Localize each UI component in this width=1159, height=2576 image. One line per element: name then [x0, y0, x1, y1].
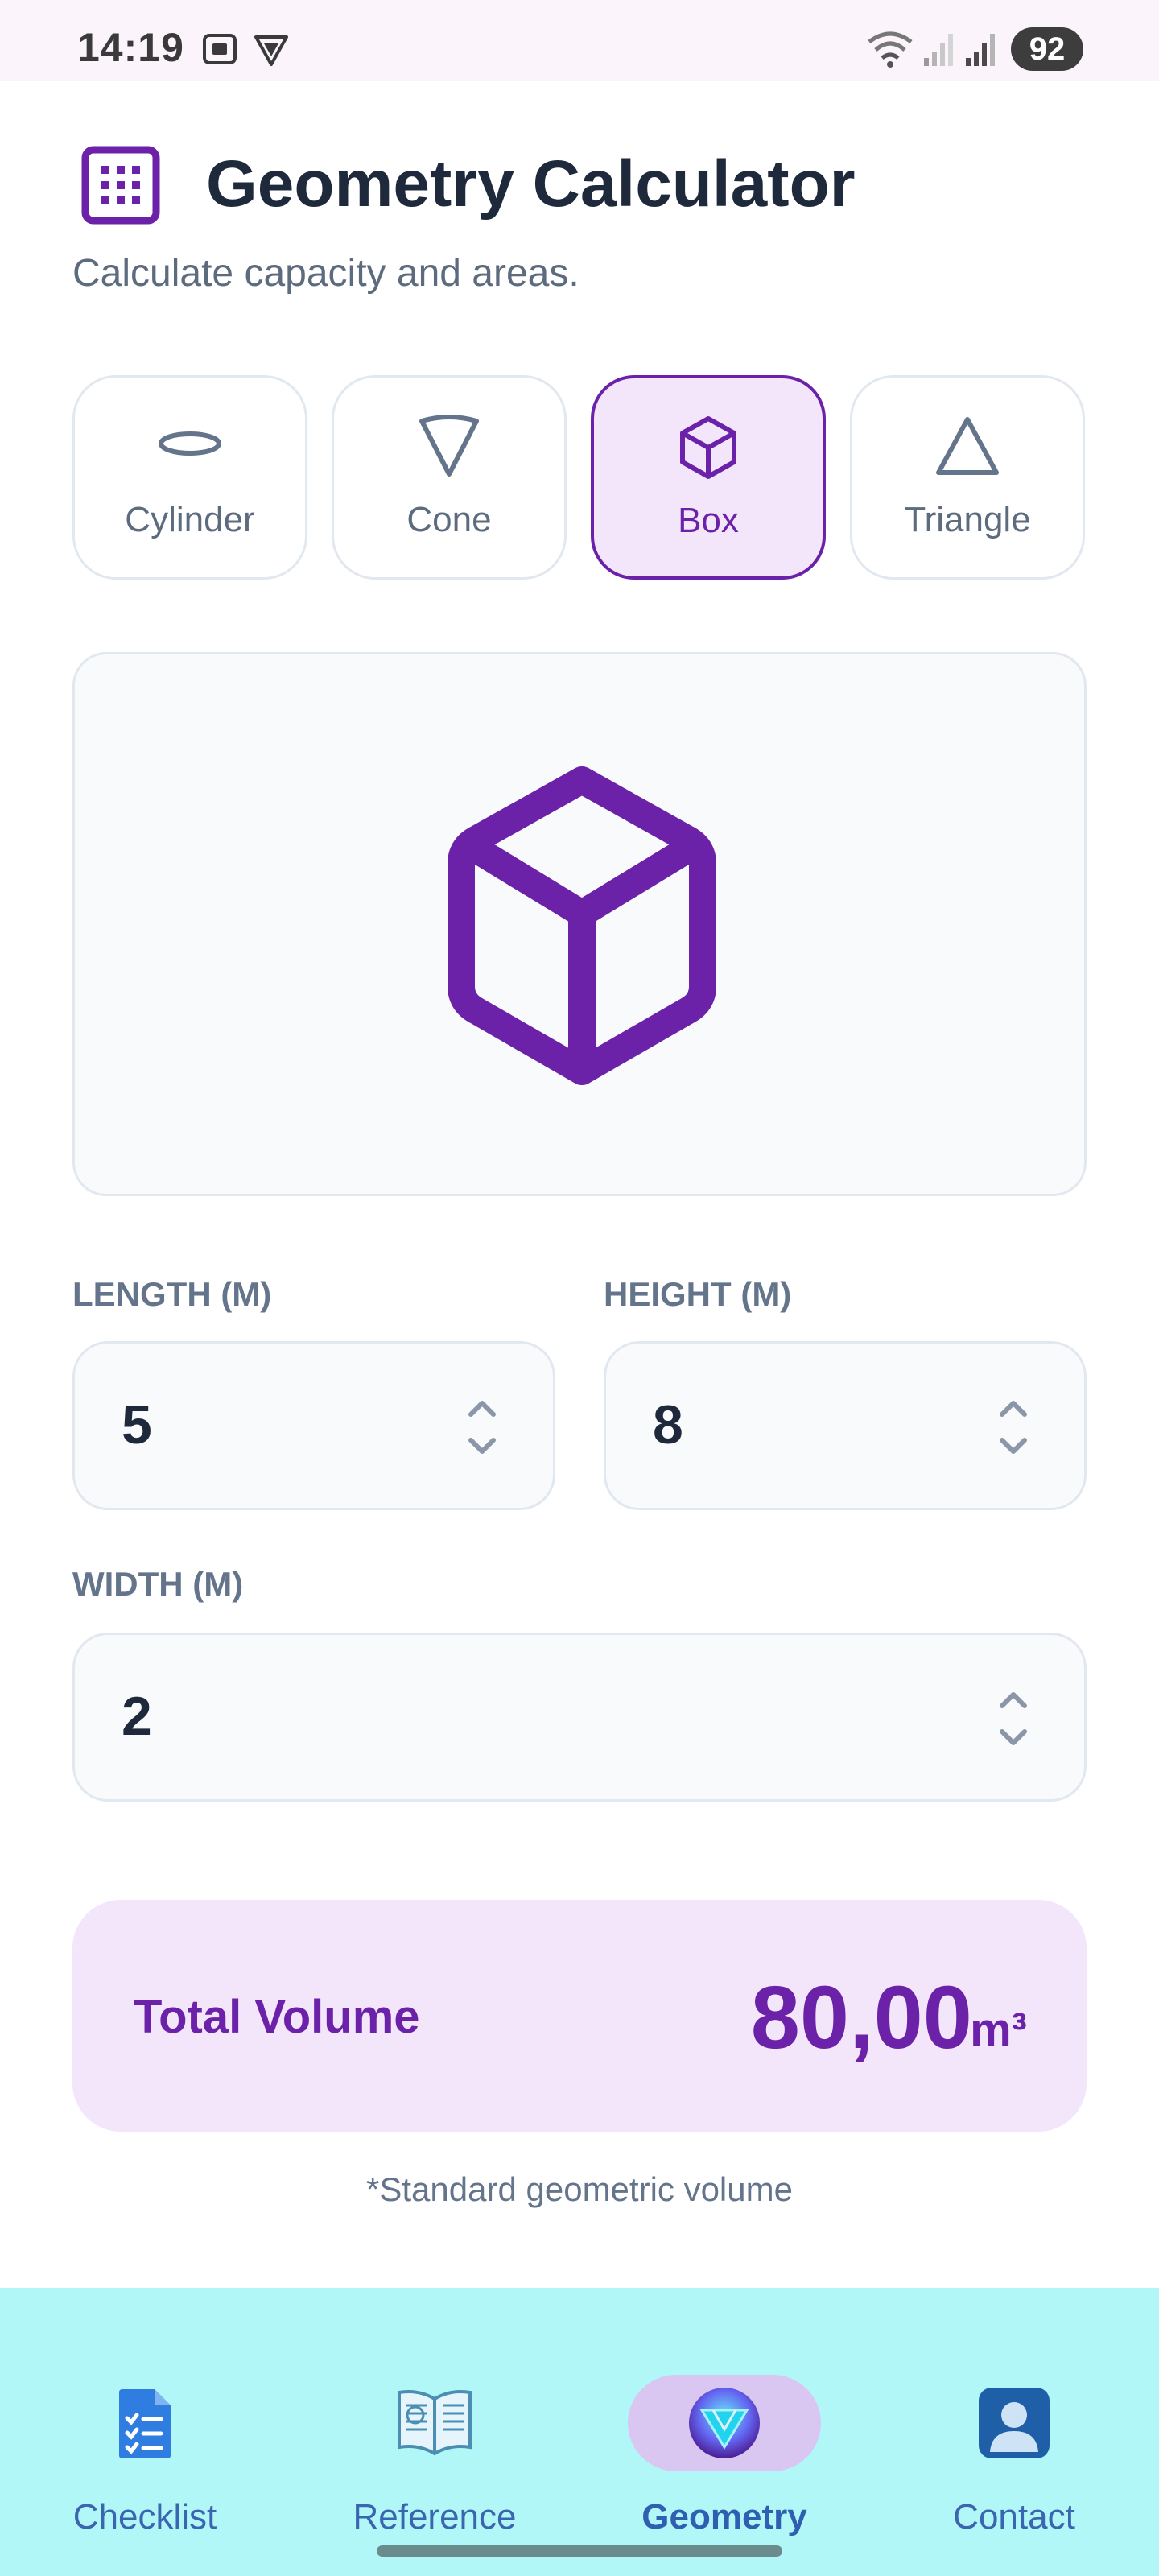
result-label: Total Volume [134, 1991, 420, 2043]
cube-icon [680, 416, 736, 479]
checklist-icon [119, 2389, 171, 2458]
page-subtitle: Calculate capacity and areas. [72, 252, 580, 295]
tab-label: Cone [406, 500, 492, 539]
status-bar: 14:19 92 [0, 0, 1159, 80]
vpn-icon [254, 35, 288, 66]
width-label: WIDTH (M) [72, 1565, 244, 1603]
width-value: 2 [122, 1686, 152, 1747]
tab-label: Triangle [904, 500, 1031, 539]
signal-icon [966, 34, 995, 66]
result-unit: m³ [970, 2004, 1027, 2056]
height-value: 8 [653, 1394, 683, 1455]
cylinder-icon [159, 431, 221, 456]
nav-label: Geometry [641, 2497, 807, 2537]
tab-triangle[interactable]: Triangle [850, 375, 1085, 580]
nav-item-geometry[interactable]: Geometry [604, 2336, 845, 2537]
nav-label: Reference [353, 2497, 517, 2537]
nav-label: Contact [953, 2497, 1075, 2537]
length-field[interactable]: 5 [72, 1341, 555, 1510]
stepper-icon[interactable] [464, 1397, 500, 1458]
nav-item-reference[interactable]: Reference [314, 2336, 555, 2537]
book-icon [398, 2390, 472, 2456]
stepper-icon[interactable] [996, 1397, 1031, 1458]
tab-cylinder[interactable]: Cylinder [72, 375, 307, 580]
length-label: LENGTH (M) [72, 1275, 272, 1313]
length-value: 5 [122, 1394, 152, 1455]
tab-label: Box [678, 501, 739, 540]
width-field[interactable]: 2 [72, 1633, 1087, 1802]
tab-box[interactable]: Box [591, 375, 826, 580]
calculator-icon [81, 146, 160, 225]
geometry-icon [689, 2388, 760, 2458]
battery-indicator: 92 [1011, 27, 1083, 71]
signal-icon [924, 34, 953, 66]
height-field[interactable]: 8 [604, 1341, 1087, 1510]
result-note: *Standard geometric volume [366, 2170, 793, 2208]
cone-icon [419, 415, 479, 477]
status-time: 14:19 [77, 25, 184, 70]
result-value: 80,00 [750, 1968, 972, 2067]
cube-icon [448, 766, 716, 1085]
nav-item-checklist[interactable]: Checklist [24, 2336, 266, 2537]
home-indicator[interactable] [377, 2545, 782, 2557]
triangle-icon [936, 417, 999, 475]
wifi-icon [868, 31, 913, 68]
contact-icon [979, 2388, 1050, 2458]
height-label: HEIGHT (M) [604, 1275, 792, 1313]
tab-label: Cylinder [125, 500, 255, 539]
result-card: Total Volume 80,00 m³ [72, 1900, 1087, 2132]
nav-item-contact[interactable]: Contact [893, 2336, 1135, 2537]
page-title: Geometry Calculator [206, 147, 856, 221]
bottom-navigation: Checklist Reference Geometry Contact [0, 2288, 1159, 2576]
tab-cone[interactable]: Cone [332, 375, 567, 580]
screenshot-icon [203, 34, 237, 64]
stepper-icon[interactable] [996, 1688, 1031, 1749]
shape-preview [72, 652, 1087, 1196]
nav-label: Checklist [72, 2497, 217, 2537]
